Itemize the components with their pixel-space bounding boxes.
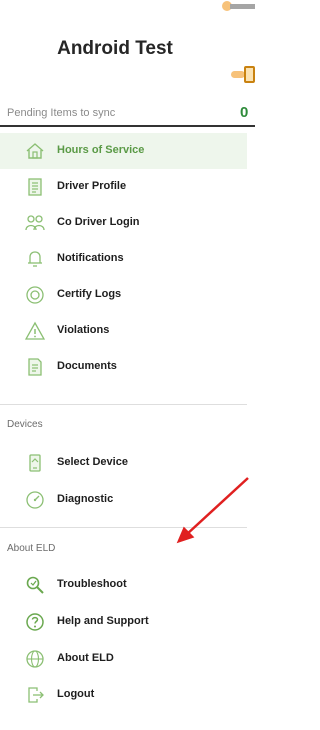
annotation-arrow-icon: [176, 477, 249, 544]
